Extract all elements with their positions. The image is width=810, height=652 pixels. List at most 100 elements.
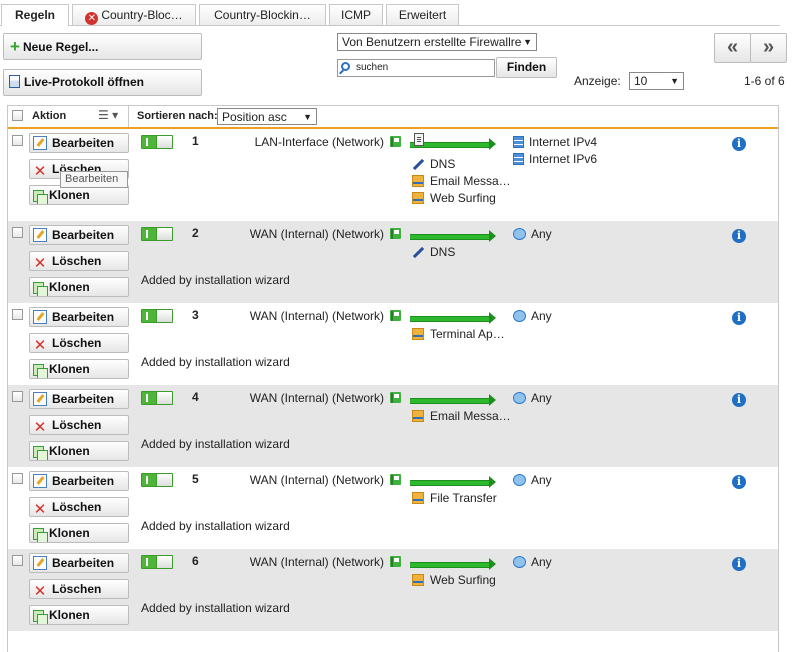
edit-button[interactable]: Bearbeiten: [29, 225, 129, 245]
rule-description: Added by installation wizard: [141, 437, 290, 451]
tab-regeln[interactable]: Regeln: [1, 4, 69, 26]
rule-filter-value: Von Benutzern erstellte Firewallre: [342, 35, 522, 49]
live-log-button[interactable]: Live-Protokoll öffnen: [3, 69, 202, 96]
tab-country-blocking-1[interactable]: ✕ Country-Bloc…: [72, 4, 196, 25]
rule-checkbox[interactable]: [12, 227, 23, 238]
select-all-checkbox[interactable]: [12, 110, 23, 121]
clone-button[interactable]: Klonen: [29, 605, 129, 625]
network-flag-icon: [390, 392, 401, 403]
service-label: Email Messa…: [430, 174, 511, 188]
edit-button[interactable]: Bearbeiten: [29, 471, 129, 491]
grid-header: Aktion ☰ ▾ Sortieren nach: Position asc ▼: [8, 105, 778, 128]
delete-button[interactable]: ✕ Löschen: [29, 497, 129, 517]
clone-label: Klonen: [49, 608, 90, 622]
service-label: DNS: [430, 245, 456, 259]
delete-button[interactable]: ✕ Löschen: [29, 415, 129, 435]
double-right-arrow-icon: »: [762, 36, 775, 58]
find-button[interactable]: Finden: [496, 57, 557, 78]
rule-row: Bearbeiten ✕ Löschen Klonen 3 WAN (Internal) …: [8, 303, 778, 385]
info-icon[interactable]: i: [732, 475, 746, 489]
clone-button[interactable]: Klonen: [29, 523, 129, 543]
page-size-select[interactable]: 10 ▼: [629, 72, 684, 90]
rule-enabled-toggle[interactable]: [141, 473, 173, 487]
tab-label: Country-Bloc…: [101, 8, 183, 22]
direction-arrow-icon: [410, 476, 496, 488]
dns-service-icon: [412, 246, 424, 258]
sort-select[interactable]: Position asc ▼: [217, 108, 317, 125]
tab-country-blocking-2[interactable]: Country-Blockin…: [199, 4, 326, 25]
column-menu-icon[interactable]: ☰ ▾: [98, 108, 118, 122]
delete-icon: ✕: [33, 583, 47, 599]
edit-button[interactable]: Bearbeiten: [29, 553, 129, 573]
delete-button[interactable]: ✕ Löschen: [29, 333, 129, 353]
rule-enabled-toggle[interactable]: [141, 309, 173, 323]
rule-checkbox[interactable]: [12, 309, 23, 320]
new-rule-button[interactable]: + Neue Regel...: [3, 33, 202, 60]
info-icon[interactable]: i: [732, 229, 746, 243]
destination-item: Internet IPv6: [513, 152, 597, 166]
globe-icon: [513, 228, 526, 240]
clone-button[interactable]: Klonen: [29, 277, 129, 297]
destination-item: Any: [513, 391, 552, 405]
rule-checkbox[interactable]: [12, 391, 23, 402]
double-left-arrow-icon: «: [726, 36, 739, 58]
network-flag-icon: [390, 310, 401, 321]
service-item: File Transfer: [412, 491, 516, 505]
clone-button[interactable]: Klonen: [29, 359, 129, 379]
edit-button[interactable]: Bearbeiten: [29, 389, 129, 409]
rule-checkbox[interactable]: [12, 555, 23, 566]
delete-label: Löschen: [52, 500, 102, 514]
rule-row: Bearbeiten ✕ Löschen Klonen 2 WAN (Internal) …: [8, 221, 778, 303]
rule-enabled-toggle[interactable]: [141, 135, 173, 149]
clone-label: Klonen: [49, 362, 90, 376]
service-folder-icon: [412, 328, 424, 340]
edit-button[interactable]: Bearbeiten: [29, 307, 129, 327]
display-label: Anzeige:: [574, 74, 621, 88]
info-icon[interactable]: i: [732, 137, 746, 151]
destination-label: Internet IPv6: [529, 152, 598, 166]
next-page-button[interactable]: »: [750, 33, 787, 63]
clone-button[interactable]: Klonen: [29, 441, 129, 461]
clone-icon: [33, 610, 48, 624]
rule-enabled-toggle[interactable]: [141, 555, 173, 569]
rule-source: WAN (Internal) (Network): [249, 473, 384, 487]
rule-source: WAN (Internal) (Network): [249, 309, 384, 323]
rule-description: Added by installation wizard: [141, 519, 290, 533]
edit-label: Bearbeiten: [52, 310, 115, 324]
delete-label: Löschen: [52, 336, 102, 350]
edit-icon: [33, 392, 47, 406]
service-item: Email Messa…: [412, 409, 516, 423]
info-icon[interactable]: i: [732, 393, 746, 407]
service-item: Terminal Ap…: [412, 327, 516, 341]
chevron-down-icon: ▼: [303, 112, 312, 122]
tab-icmp[interactable]: ICMP: [329, 4, 383, 25]
edit-icon: [33, 474, 47, 488]
tab-erweitert[interactable]: Erweitert: [386, 4, 459, 25]
destination-item: Any: [513, 555, 552, 569]
globe-icon: [513, 310, 526, 322]
clone-label: Klonen: [49, 188, 90, 202]
clone-button[interactable]: Klonen: [29, 185, 129, 205]
rule-filter-select[interactable]: Von Benutzern erstellte Firewallre ▼: [337, 33, 537, 51]
clone-icon: [33, 364, 48, 378]
previous-page-button[interactable]: «: [714, 33, 751, 63]
service-item: Email Messa…: [412, 174, 516, 188]
delete-button[interactable]: ✕ Löschen: [29, 251, 129, 271]
rule-row: Bearbeiten ✕ Löschen Klonen 4 WAN (Internal) …: [8, 385, 778, 467]
rule-checkbox[interactable]: [12, 473, 23, 484]
search-input[interactable]: suchen: [337, 59, 495, 77]
rule-enabled-toggle[interactable]: [141, 227, 173, 241]
clone-label: Klonen: [49, 526, 90, 540]
info-icon[interactable]: i: [732, 557, 746, 571]
rule-checkbox[interactable]: [12, 135, 23, 146]
edit-button[interactable]: Bearbeiten: [29, 133, 129, 153]
edit-icon: [33, 556, 47, 570]
service-label: Web Surfing: [430, 573, 496, 587]
rule-enabled-toggle[interactable]: [141, 391, 173, 405]
tab-label: ICMP: [341, 8, 371, 22]
info-icon[interactable]: i: [732, 311, 746, 325]
clone-icon: [33, 446, 48, 460]
delete-button[interactable]: ✕ Löschen: [29, 579, 129, 599]
tab-bar: Regeln ✕ Country-Bloc… Country-Blockin… I…: [0, 0, 810, 26]
chevron-down-icon: ▼: [523, 37, 532, 47]
